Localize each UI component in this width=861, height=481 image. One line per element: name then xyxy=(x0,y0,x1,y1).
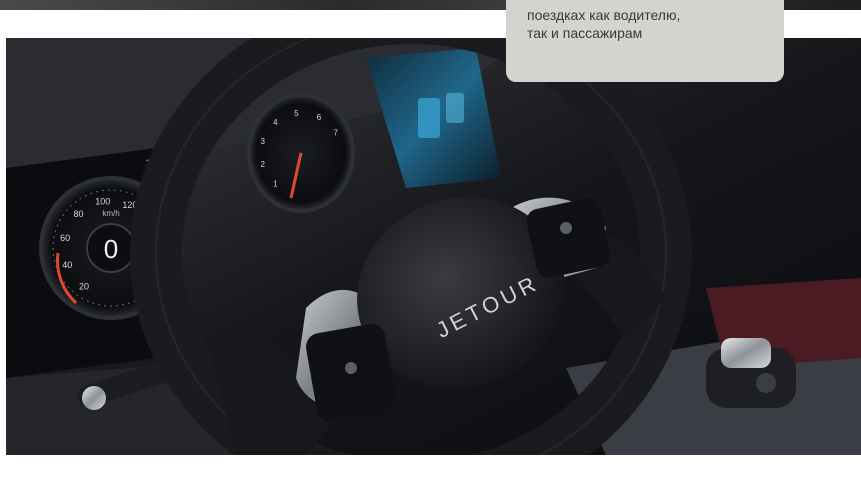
gauge-tick-label: 80 xyxy=(73,209,83,219)
gauge-tick-label: 4 xyxy=(273,118,278,127)
gauge-tick-label: 20 xyxy=(79,282,89,292)
speed-readout: 0 xyxy=(104,234,118,264)
caption-line: так и пассажирам xyxy=(527,25,643,41)
speed-unit: km/h xyxy=(102,209,119,218)
hero-image-steering-wheel: 0 km/h 35°C 20 40 60 80 100 120 140 160 180 1234… xyxy=(6,38,861,455)
gauge-tick-label: 6 xyxy=(317,113,322,122)
gauge-tick-label: 5 xyxy=(294,109,299,118)
gauge-tick-label: 40 xyxy=(62,260,72,270)
caption-line: поездках как водителю, xyxy=(527,7,681,23)
caption-card: поездках как водителю, так и пассажирам xyxy=(506,0,784,82)
gauge-tick-label: 7 xyxy=(333,129,338,138)
gauge-tick-label: 3 xyxy=(260,137,265,146)
tachometer-gauge xyxy=(247,93,355,213)
gauge-tick-label: 100 xyxy=(95,197,110,207)
gauge-tick-label: 60 xyxy=(60,233,70,243)
gauge-tick-label: 1 xyxy=(273,179,278,188)
gauge-tick-label: 2 xyxy=(260,160,265,169)
